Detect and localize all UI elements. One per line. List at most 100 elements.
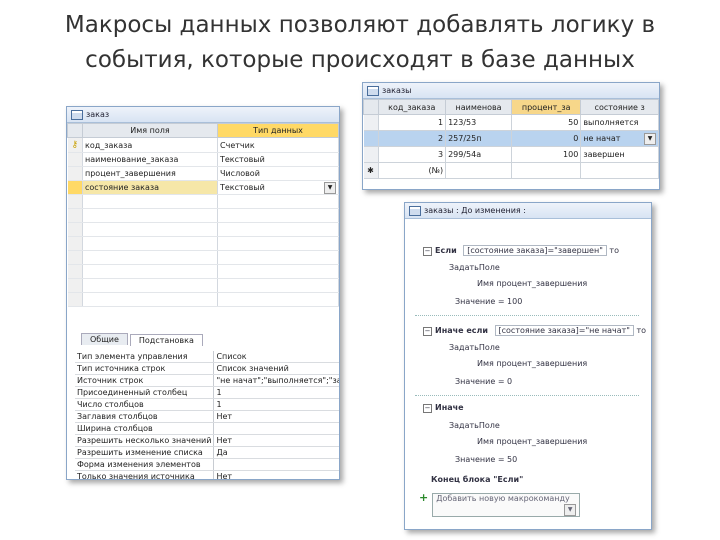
row-selector[interactable] [67, 264, 83, 279]
cell[interactable]: 0 [511, 130, 582, 147]
cell[interactable]: 3 [378, 146, 447, 163]
row-selector[interactable] [67, 222, 83, 237]
cell[interactable]: 100 [511, 146, 582, 163]
field-type[interactable]: Текстовый [220, 183, 265, 192]
setfield-action[interactable]: ЗадатьПоле [449, 421, 500, 430]
chevron-down-icon[interactable]: ▼ [644, 133, 656, 145]
macro-titlebar[interactable]: заказы : До изменения : [405, 203, 651, 219]
new-record-row[interactable]: ✱ (№) [363, 162, 659, 179]
row-selector[interactable] [67, 152, 83, 167]
property-value[interactable]: Нет [213, 470, 339, 479]
name-value[interactable]: процент_завершения [496, 279, 587, 288]
cell[interactable]: 1 [378, 114, 447, 131]
cell[interactable]: завершен [580, 146, 659, 163]
cell[interactable]: 299/54а [445, 146, 513, 163]
add-action-dropdown[interactable]: Добавить новую макрокоманду ▼ [432, 493, 581, 517]
row-selector[interactable] [67, 208, 83, 223]
field-type[interactable]: Числовой [217, 166, 339, 181]
table-row-selected[interactable]: 2 257/25п 0 не начат ▼ [363, 130, 659, 147]
column-header[interactable]: наименова [445, 99, 513, 115]
field-type[interactable]: Счетчик [217, 137, 339, 153]
datasheet-titlebar[interactable]: заказы [363, 83, 659, 99]
row-selector-current[interactable] [67, 180, 83, 195]
property-row[interactable]: Разрешить изменение списка Да [75, 446, 339, 459]
row-selector[interactable] [67, 292, 83, 307]
row-selector[interactable] [67, 194, 83, 209]
name-label: Имя [477, 359, 494, 368]
tab-general[interactable]: Общие [81, 333, 128, 345]
collapse-icon[interactable]: − [423, 327, 432, 336]
column-header[interactable]: состояние з [580, 99, 659, 115]
design-window-titlebar[interactable]: заказ [67, 107, 339, 123]
cell-value[interactable]: не начат [583, 134, 620, 143]
row-selector[interactable] [67, 250, 83, 265]
property-row[interactable]: Тип элемента управления Список [75, 351, 339, 363]
setfield-action[interactable]: ЗадатьПоле [449, 343, 500, 352]
property-value[interactable]: Нет [213, 434, 339, 447]
cell[interactable]: 2 [378, 130, 447, 147]
property-row[interactable]: Источник строк "не начат";"выполняется";"… [75, 374, 339, 387]
property-value[interactable]: 1 [213, 398, 339, 411]
collapse-icon[interactable]: − [423, 247, 432, 256]
value-field[interactable]: = 100 [498, 297, 523, 306]
property-value[interactable]: Нет [213, 410, 339, 423]
field-row[interactable]: процент_завершения Числовой [67, 166, 339, 181]
cell[interactable]: 257/25п [445, 130, 513, 147]
value-field[interactable]: = 0 [498, 377, 512, 386]
property-value[interactable]: "не начат";"выполняется";"завершен" [213, 374, 339, 387]
property-row[interactable]: Только значения источника Нет [75, 470, 339, 479]
cell[interactable]: 123/53 [445, 114, 513, 131]
row-selector[interactable] [67, 166, 83, 181]
row-selector[interactable] [363, 114, 379, 131]
else-block[interactable]: − Иначе [423, 403, 464, 413]
row-selector[interactable] [363, 130, 379, 147]
property-value[interactable] [213, 422, 339, 435]
property-value[interactable]: Да [213, 446, 339, 459]
property-row[interactable]: Заглавия столбцов Нет [75, 410, 339, 423]
field-name[interactable]: процент_завершения [82, 166, 218, 181]
field-name[interactable]: наименование_заказа [82, 152, 218, 167]
row-selector[interactable] [67, 236, 83, 251]
collapse-icon[interactable]: − [423, 404, 432, 413]
column-header[interactable]: код_заказа [377, 99, 447, 115]
chevron-down-icon[interactable]: ▼ [324, 182, 336, 194]
field-name[interactable]: код_заказа [82, 137, 218, 153]
row-selector[interactable] [363, 146, 379, 163]
property-row[interactable]: Форма изменения элементов [75, 458, 339, 471]
field-row-selected[interactable]: состояние заказа Текстовый ▼ [67, 180, 339, 195]
elseif-block[interactable]: − Иначе если [состояние заказа]="не начат… [423, 325, 646, 336]
data-type-header: Тип данных [217, 123, 339, 138]
field-row[interactable]: наименование_заказа Текстовый [67, 152, 339, 167]
property-row[interactable]: Присоединенный столбец 1 [75, 386, 339, 399]
tab-lookup[interactable]: Подстановка [129, 334, 203, 346]
chevron-down-icon[interactable]: ▼ [564, 504, 577, 516]
setfield-action[interactable]: ЗадатьПоле [449, 263, 500, 272]
column-header[interactable]: процент_за [511, 99, 582, 115]
property-value[interactable]: Список значений [213, 362, 339, 375]
value-label: Значение [455, 455, 496, 464]
field-row[interactable]: ⚷ код_заказа Счетчик [67, 137, 339, 153]
field-type-dropdown[interactable]: Текстовый ▼ [217, 180, 339, 195]
property-row[interactable]: Ширина столбцов [75, 422, 339, 435]
cell[interactable]: не начат ▼ [580, 130, 659, 147]
property-row[interactable]: Разрешить несколько значений Нет [75, 434, 339, 447]
if-block[interactable]: − Если [состояние заказа]="завершен" то [423, 245, 619, 256]
elseif-condition[interactable]: [состояние заказа]="не начат" [494, 325, 634, 336]
if-condition[interactable]: [состояние заказа]="завершен" [463, 245, 607, 256]
value-field[interactable]: = 50 [498, 455, 517, 464]
row-selector[interactable] [67, 278, 83, 293]
cell[interactable]: выполняется [580, 114, 659, 131]
property-row[interactable]: Тип источника строк Список значений [75, 362, 339, 375]
table-row[interactable]: 3 299/54а 100 завершен [363, 146, 659, 163]
select-all[interactable] [363, 99, 379, 115]
cell[interactable]: 50 [511, 114, 582, 131]
table-row[interactable]: 1 123/53 50 выполняется [363, 114, 659, 131]
property-value[interactable]: Список [213, 351, 339, 363]
property-value[interactable] [213, 458, 339, 471]
field-type[interactable]: Текстовый [217, 152, 339, 167]
field-name[interactable]: состояние заказа [82, 180, 218, 195]
name-value[interactable]: процент_завершения [496, 359, 587, 368]
property-value[interactable]: 1 [213, 386, 339, 399]
property-row[interactable]: Число столбцов 1 [75, 398, 339, 411]
name-value[interactable]: процент_завершения [496, 437, 587, 446]
